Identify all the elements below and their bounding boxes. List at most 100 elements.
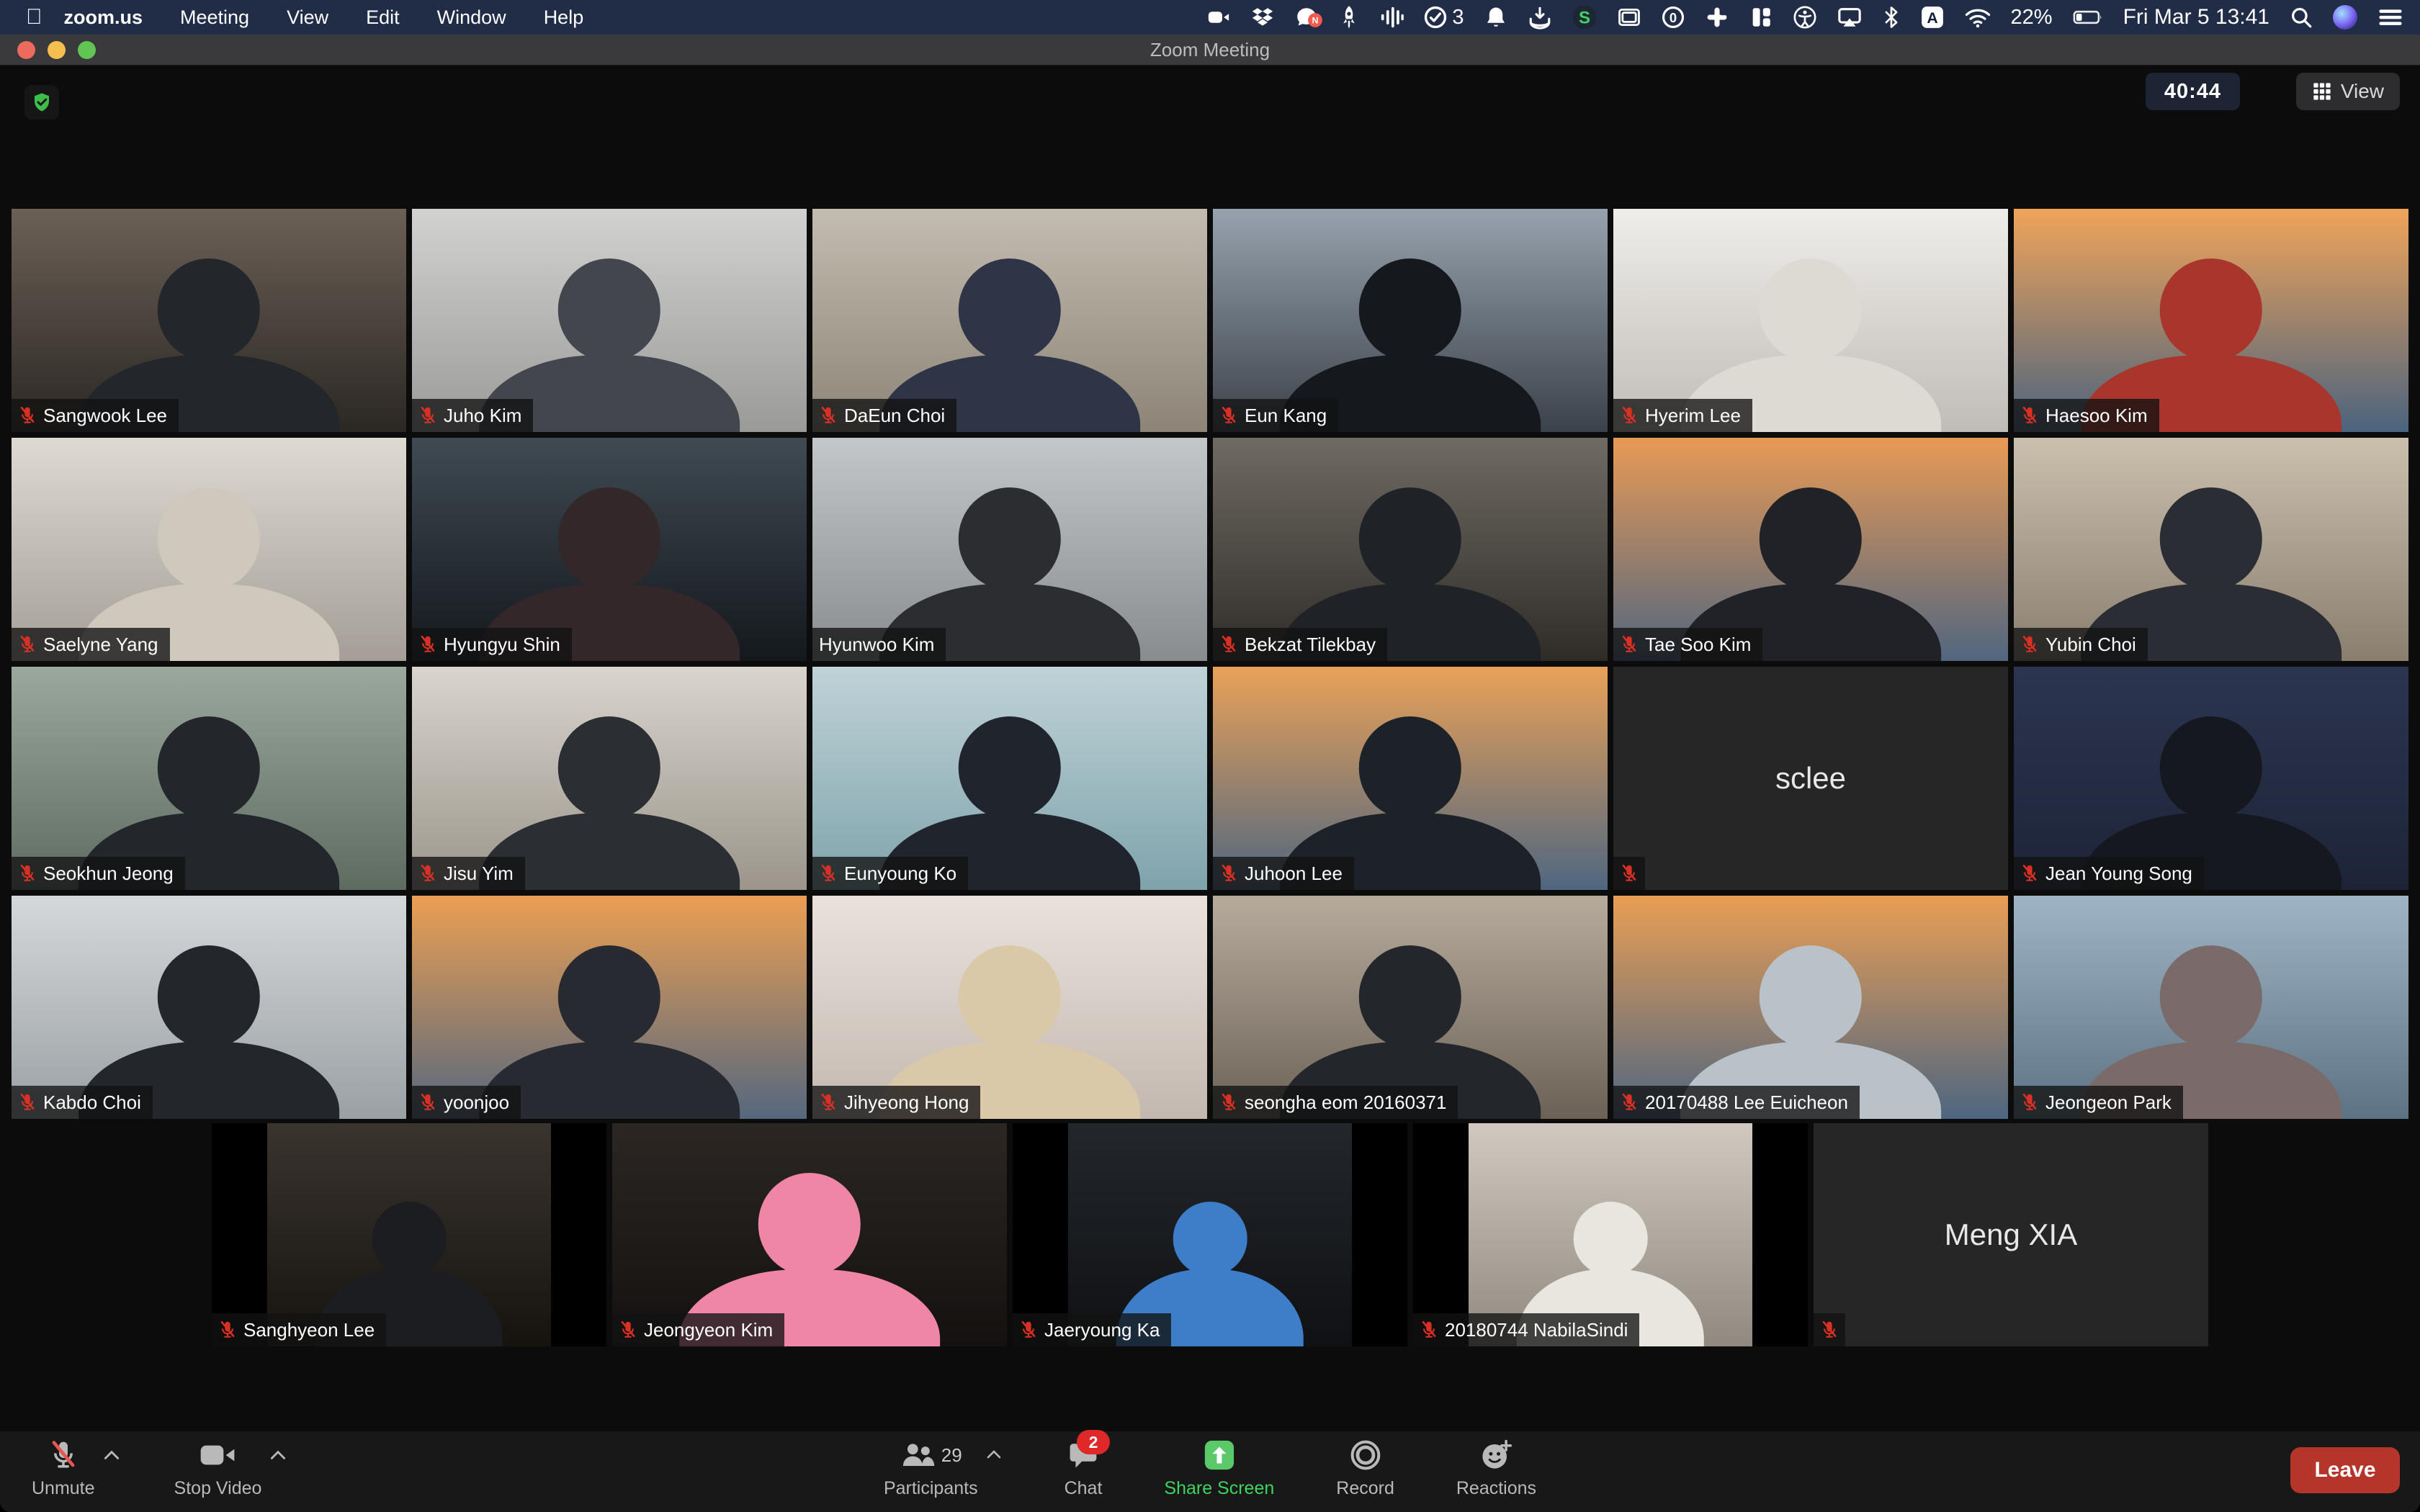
participant-tile[interactable]: seongha eom 20160371 bbox=[1213, 896, 1608, 1119]
columns-icon[interactable] bbox=[1749, 5, 1773, 30]
participant-tile[interactable]: Yubin Choi bbox=[2014, 438, 2408, 661]
video-camera-icon[interactable] bbox=[1206, 5, 1231, 30]
search-icon[interactable] bbox=[2289, 5, 2313, 30]
mic-muted-icon bbox=[1219, 863, 1238, 883]
audio-options-caret[interactable] bbox=[102, 1449, 121, 1465]
participant-nameplate: Jaeryoung Ka bbox=[1013, 1313, 1171, 1346]
inbox-download-icon[interactable] bbox=[1528, 5, 1552, 30]
dropbox-icon[interactable] bbox=[1250, 5, 1275, 30]
clock-check-icon[interactable]: 3 bbox=[1423, 5, 1464, 30]
minimize-window-button[interactable] bbox=[48, 41, 66, 59]
share-screen-button[interactable]: Share Screen bbox=[1164, 1439, 1274, 1499]
participants-button[interactable]: 29 Participants bbox=[884, 1439, 978, 1499]
participant-tile[interactable]: Jaeryoung Ka bbox=[1013, 1123, 1407, 1346]
reactions-label: Reactions bbox=[1456, 1478, 1536, 1499]
svg-text:0: 0 bbox=[1669, 10, 1676, 25]
meeting-stage: 40:44 View Sangwook LeeJuho Kim DaEun Cho… bbox=[0, 66, 2420, 1512]
input-source-icon[interactable]: A bbox=[1920, 5, 1945, 30]
participant-tile[interactable]: Kabdo Choi bbox=[12, 896, 406, 1119]
participant-nameplate: 20170488 Lee Euicheon bbox=[1613, 1086, 1860, 1119]
participant-nameplate: Kabdo Choi bbox=[12, 1086, 153, 1119]
macos-menu-bar:  zoom.us Meeting View Edit Window Help N 3 S… bbox=[0, 0, 2420, 35]
circle-zero-icon[interactable]: 0 bbox=[1661, 5, 1685, 30]
bluetooth-icon[interactable] bbox=[1882, 5, 1901, 30]
menu-help[interactable]: Help bbox=[544, 6, 584, 28]
participant-nameplate bbox=[1613, 857, 1645, 890]
participant-tile[interactable]: Jean Young Song bbox=[2014, 667, 2408, 890]
meeting-security-button[interactable] bbox=[24, 85, 59, 120]
video-options-caret[interactable] bbox=[269, 1449, 287, 1465]
participants-label: Participants bbox=[884, 1478, 978, 1499]
airplay-icon[interactable] bbox=[1837, 5, 1863, 30]
participant-tile[interactable]: Seokhun Jeong bbox=[12, 667, 406, 890]
close-window-button[interactable] bbox=[17, 41, 35, 59]
menu-view[interactable]: View bbox=[287, 6, 328, 28]
menu-list-icon[interactable] bbox=[2377, 5, 2404, 30]
menu-zoom-us[interactable]: zoom.us bbox=[64, 6, 143, 28]
participant-tile[interactable]: Eunyoung Ko bbox=[812, 667, 1207, 890]
participant-tile[interactable]: DaEun Choi bbox=[812, 209, 1207, 432]
chat-label: Chat bbox=[1065, 1478, 1103, 1499]
participant-nameplate: Eun Kang bbox=[1213, 399, 1338, 432]
participant-tile[interactable]: Saelyne Yang bbox=[12, 438, 406, 661]
meeting-toolbar: Unmute Stop Video 29 Participants bbox=[0, 1431, 2420, 1512]
menu-meeting[interactable]: Meeting bbox=[180, 6, 249, 28]
participant-tile[interactable]: Bekzat Tilekbay bbox=[1213, 438, 1608, 661]
participant-tile[interactable]: Sanghyeon Lee bbox=[212, 1123, 606, 1346]
participant-name: Jeongyeon Kim bbox=[644, 1319, 773, 1341]
participant-name: Jaeryoung Ka bbox=[1044, 1319, 1160, 1341]
participant-tile[interactable]: Hyungyu Shin bbox=[412, 438, 807, 661]
record-icon bbox=[1350, 1439, 1381, 1472]
unmute-button[interactable]: Unmute bbox=[32, 1439, 95, 1499]
participant-tile[interactable]: sclee bbox=[1613, 667, 2008, 890]
window-icon[interactable] bbox=[1617, 5, 1641, 30]
input-source-letter: A bbox=[1927, 9, 1937, 27]
gallery-grid-icon bbox=[2312, 81, 2332, 102]
participant-nameplate: Yubin Choi bbox=[2014, 628, 2148, 661]
zoom-window-button[interactable] bbox=[78, 41, 96, 59]
participant-name: Bekzat Tilekbay bbox=[1245, 634, 1376, 656]
mic-muted-icon bbox=[2020, 1092, 2039, 1112]
accessibility-icon[interactable] bbox=[1793, 5, 1817, 30]
participant-tile[interactable]: Juho Kim bbox=[412, 209, 807, 432]
wifi-icon[interactable] bbox=[1964, 5, 1991, 30]
leave-button[interactable]: Leave bbox=[2290, 1447, 2400, 1493]
mic-muted-icon bbox=[1219, 634, 1238, 654]
participant-tile[interactable]: Hyerim Lee bbox=[1613, 209, 2008, 432]
menu-window[interactable]: Window bbox=[437, 6, 506, 28]
waveform-icon[interactable] bbox=[1379, 5, 1404, 30]
participant-tile[interactable]: Juhoon Lee bbox=[1213, 667, 1608, 890]
participant-name: DaEun Choi bbox=[844, 405, 945, 427]
participant-tile[interactable]: Hyunwoo Kim bbox=[812, 438, 1207, 661]
participant-tile[interactable]: Tae Soo Kim bbox=[1613, 438, 2008, 661]
stop-video-button[interactable]: Stop Video bbox=[174, 1439, 262, 1499]
chat-button[interactable]: 2 Chat bbox=[1065, 1439, 1103, 1499]
participants-caret[interactable] bbox=[985, 1449, 1003, 1464]
rocket-icon[interactable] bbox=[1338, 5, 1360, 30]
participant-tile[interactable]: 20180744 NabilaSindi bbox=[1413, 1123, 1808, 1346]
bell-icon[interactable] bbox=[1484, 5, 1508, 30]
participant-tile[interactable]: Haesoo Kim bbox=[2014, 209, 2408, 432]
participant-tile[interactable]: Jeongyeon Kim bbox=[612, 1123, 1007, 1346]
menu-bar-clock[interactable]: Fri Mar 5 13:41 bbox=[2123, 5, 2269, 30]
participant-tile[interactable]: 20170488 Lee Euicheon bbox=[1613, 896, 2008, 1119]
reactions-button[interactable]: Reactions bbox=[1456, 1439, 1536, 1499]
participant-tile[interactable]: Meng XIA bbox=[1814, 1123, 2208, 1346]
meeting-timer: 40:44 bbox=[2146, 73, 2240, 110]
chat-notification-icon[interactable]: N bbox=[1294, 5, 1319, 30]
s-circle-icon[interactable]: S bbox=[1572, 4, 1597, 30]
participant-tile[interactable]: Jisu Yim bbox=[412, 667, 807, 890]
menu-edit[interactable]: Edit bbox=[366, 6, 400, 28]
participant-tile[interactable]: Eun Kang bbox=[1213, 209, 1608, 432]
participant-name: seongha eom 20160371 bbox=[1245, 1092, 1446, 1114]
record-button[interactable]: Record bbox=[1336, 1439, 1394, 1499]
view-button[interactable]: View bbox=[2296, 73, 2400, 110]
participant-tile[interactable]: yoonjoo bbox=[412, 896, 807, 1119]
participant-tile[interactable]: Jeongeon Park bbox=[2014, 896, 2408, 1119]
siri-icon[interactable] bbox=[2333, 5, 2357, 30]
pill-icon[interactable] bbox=[1705, 5, 1729, 30]
view-button-label: View bbox=[2341, 80, 2384, 103]
apple-menu-icon[interactable]:  bbox=[26, 5, 42, 30]
participant-tile[interactable]: Sangwook Lee bbox=[12, 209, 406, 432]
participant-tile[interactable]: Jihyeong Hong bbox=[812, 896, 1207, 1119]
